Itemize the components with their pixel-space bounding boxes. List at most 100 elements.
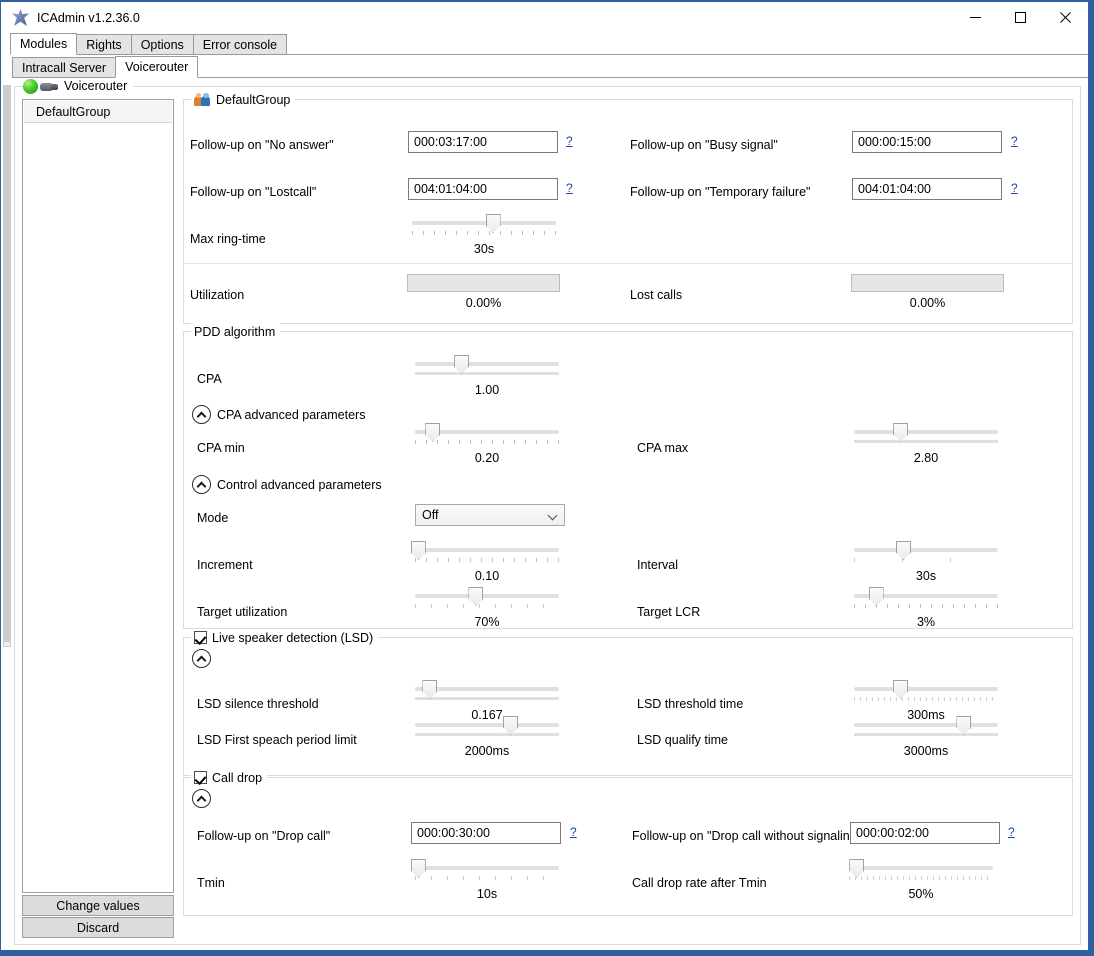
voicerouter-group-legend: Voicerouter xyxy=(23,77,134,95)
slider-ticks xyxy=(415,440,559,444)
lost-calls-progress-bar xyxy=(851,274,1004,292)
default-group-legend-label: DefaultGroup xyxy=(216,92,291,107)
pdd-legend: PDD algorithm xyxy=(191,323,281,340)
chevron-up-icon[interactable] xyxy=(192,475,211,494)
lost-calls-label: Lost calls xyxy=(630,288,683,302)
target-lcr-slider[interactable] xyxy=(854,585,998,615)
pdd-algorithm-box: PDD algorithm CPA 1.00 CPA advanced para… xyxy=(183,323,1073,629)
cpa-label: CPA xyxy=(197,372,222,386)
call-drop-legend: Call drop xyxy=(191,769,268,786)
utilization-label: Utilization xyxy=(190,288,245,302)
control-advanced-toggle[interactable]: Control advanced parameters xyxy=(192,475,382,494)
slider-ticks xyxy=(854,697,998,701)
drop-call-label: Follow-up on "Drop call" xyxy=(197,829,331,843)
group-list[interactable]: DefaultGroup xyxy=(22,99,174,893)
lsd-qualify-time-label: LSD qualify time xyxy=(637,733,729,747)
lsd-checkbox[interactable] xyxy=(194,631,207,644)
device-icon xyxy=(40,81,58,92)
drop-call-no-signal-label: Follow-up on "Drop call without signalin xyxy=(632,829,850,843)
slider-ticks xyxy=(415,604,559,608)
no-answer-input[interactable]: 000:03:17:00 xyxy=(408,131,558,153)
lsd-first-speach-period-limit-slider[interactable] xyxy=(415,714,559,744)
tab-rights[interactable]: Rights xyxy=(76,34,132,55)
max-ring-time-label: Max ring-time xyxy=(190,232,266,246)
lostcall-help-link[interactable]: ? xyxy=(566,181,573,195)
drop-call-help-link[interactable]: ? xyxy=(570,825,577,839)
call-drop-expand-toggle[interactable] xyxy=(192,789,211,808)
busy-signal-input[interactable]: 000:00:15:00 xyxy=(852,131,1002,153)
cpa-min-label: CPA min xyxy=(197,441,245,455)
utilization-progress-bar xyxy=(407,274,560,292)
body-area: Voicerouter DefaultGroup Change values D… xyxy=(2,77,1087,949)
target-utilization-slider[interactable] xyxy=(415,585,559,615)
busy-signal-help-link[interactable]: ? xyxy=(1011,134,1018,148)
interval-value: 30s xyxy=(915,569,937,583)
no-answer-help-link[interactable]: ? xyxy=(566,134,573,148)
no-answer-label: Follow-up on "No answer" xyxy=(190,138,334,152)
discard-button[interactable]: Discard xyxy=(22,917,174,938)
call-drop-checkbox[interactable] xyxy=(194,771,207,784)
temporary-failure-help-link[interactable]: ? xyxy=(1011,181,1018,195)
drop-call-input[interactable]: 000:00:30:00 xyxy=(411,822,561,844)
temporary-failure-input[interactable]: 004:01:04:00 xyxy=(852,178,1002,200)
default-group-box: DefaultGroup Follow-up on "No answer" 00… xyxy=(183,91,1073,324)
slider-track xyxy=(412,221,556,225)
drop-call-no-signal-input[interactable]: 000:00:02:00 xyxy=(850,822,1000,844)
target-utilization-label: Target utilization xyxy=(197,605,288,619)
chevron-up-icon[interactable] xyxy=(192,405,211,424)
primary-tab-bar: Modules Rights Options Error console xyxy=(10,33,1088,55)
interval-label: Interval xyxy=(637,558,678,572)
close-button[interactable] xyxy=(1043,2,1088,33)
chevron-up-icon[interactable] xyxy=(192,649,211,668)
slider-track xyxy=(854,430,998,434)
tab-options[interactable]: Options xyxy=(130,34,194,55)
cpa-slider[interactable] xyxy=(415,353,559,383)
cpa-min-slider[interactable] xyxy=(415,421,559,451)
tmin-slider[interactable] xyxy=(410,857,559,887)
increment-slider[interactable] xyxy=(410,539,559,569)
lsd-first-speach-period-limit-label: LSD First speach period limit xyxy=(197,733,357,747)
call-drop-box: Call drop Follow-up on "Drop call" 000:0… xyxy=(183,769,1073,916)
tab-error-console-label: Error console xyxy=(202,37,278,52)
slider-track xyxy=(849,866,993,870)
lsd-qualify-time-value: 3000ms xyxy=(903,744,949,758)
slider-ticks xyxy=(849,876,993,880)
call-drop-rate-slider[interactable] xyxy=(849,857,993,887)
lsd-qualify-time-slider[interactable] xyxy=(854,714,998,744)
lsd-silence-threshold-slider[interactable] xyxy=(415,678,559,708)
minimize-button[interactable] xyxy=(953,2,998,33)
lsd-expand-toggle[interactable] xyxy=(192,649,211,668)
interval-slider[interactable] xyxy=(854,539,998,569)
title-bar: ICAdmin v1.2.36.0 xyxy=(1,2,1088,33)
max-ring-time-slider[interactable] xyxy=(412,212,556,242)
chevron-up-icon[interactable] xyxy=(192,789,211,808)
cpa-value: 1.00 xyxy=(474,383,500,397)
mode-select[interactable]: Off xyxy=(415,504,565,526)
tab-intracall-server[interactable]: Intracall Server xyxy=(12,57,117,78)
lsd-threshold-time-slider[interactable] xyxy=(854,678,998,708)
slider-ticks xyxy=(854,733,998,736)
busy-signal-label: Follow-up on "Busy signal" xyxy=(630,138,778,152)
maximize-button[interactable] xyxy=(998,2,1043,33)
tab-error-console[interactable]: Error console xyxy=(192,34,288,55)
change-values-button[interactable]: Change values xyxy=(22,895,174,916)
lsd-legend: Live speaker detection (LSD) xyxy=(191,629,379,646)
chevron-down-icon xyxy=(547,510,558,521)
cpa-max-slider[interactable] xyxy=(854,421,998,451)
window-title: ICAdmin v1.2.36.0 xyxy=(37,10,140,25)
cpa-max-label: CPA max xyxy=(637,441,689,455)
slider-ticks xyxy=(415,697,559,700)
lostcall-input[interactable]: 004:01:04:00 xyxy=(408,178,558,200)
left-vertical-scrollbar[interactable] xyxy=(3,85,11,647)
voicerouter-group: Voicerouter DefaultGroup Change values D… xyxy=(14,77,1081,945)
cpa-advanced-toggle[interactable]: CPA advanced parameters xyxy=(192,405,365,424)
tab-modules[interactable]: Modules xyxy=(10,33,78,55)
drop-call-no-signal-help-link[interactable]: ? xyxy=(1008,825,1015,839)
tab-rights-label: Rights xyxy=(86,37,122,52)
voicerouter-group-top-border xyxy=(15,86,1080,87)
scrollbar-thumb[interactable] xyxy=(4,86,10,642)
tab-voicerouter[interactable]: Voicerouter xyxy=(115,56,199,78)
list-item[interactable]: DefaultGroup xyxy=(24,101,172,123)
secondary-tab-filler xyxy=(197,77,1088,78)
section-divider-1 xyxy=(184,263,1072,264)
